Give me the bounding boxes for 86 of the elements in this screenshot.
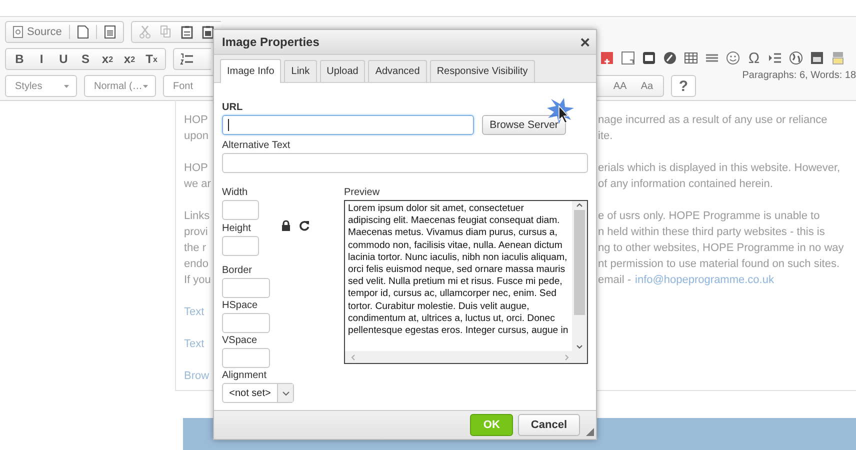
clipboard-icon — [180, 25, 193, 39]
style-dropdown[interactable]: Styles — [5, 75, 77, 97]
help-button[interactable]: ? — [671, 75, 696, 97]
paragraph-text: HOP — [184, 114, 208, 126]
dialog-tab[interactable]: Advanced — [368, 60, 427, 82]
paragraph-text: erials which is displayed in this website. However, — [598, 161, 840, 176]
number-input[interactable] — [222, 200, 259, 220]
paragraph-text: n held within these third party websites - this is — [598, 225, 825, 240]
dialog-tab[interactable]: Link — [284, 60, 317, 82]
pencil-circle-icon[interactable] — [663, 51, 677, 65]
picture-plus-icon[interactable] — [600, 51, 614, 65]
paragraph-text: the r — [184, 242, 206, 254]
cancel-button[interactable]: Cancel — [518, 414, 580, 436]
url-input[interactable] — [222, 115, 474, 135]
picture-icon[interactable] — [810, 51, 824, 65]
field-label: URL — [222, 101, 244, 114]
chevron-right-icon — [565, 354, 569, 360]
paragraph-text: endo — [184, 258, 208, 270]
frame-icon[interactable] — [621, 51, 635, 65]
format-button[interactable]: U — [53, 49, 74, 69]
indent-icon[interactable] — [768, 51, 782, 65]
paragraph-text: of any information contained herein. — [598, 177, 773, 192]
preview-text: Lorem ipsum dolor sit amet, consectetuer adipiscing elit. Maecenas feugiat consequat diam. Maecenas metus. Vivamus diam purus, cursus a, commodo non, facilisis vitae, nulla. Aenean dictum lacinia tortor. Nunc iaculis, nibh non iaculis aliquam, orci felis euismod neque, sed ornare massa mauris sed velit. Nulla pretium mi et risus. Fusce mi pede, tempor id, cursus ac, ullamcorper nec, enim. Sed tortor. Curabitur molestie. Duis velit augue, condimentum at, ultrices a, luctus ut, orci. Donec pellentesque egestas eros. Integer cursus, augue in — [347, 202, 570, 338]
paragraph-text: ite. — [598, 129, 613, 144]
number-input[interactable] — [222, 236, 259, 256]
vertical-scrollbar[interactable] — [572, 201, 587, 351]
paragraph-text: HOP — [184, 162, 208, 174]
dialog-title: Image Properties — [222, 35, 320, 49]
table-icon[interactable] — [684, 51, 698, 65]
document-lines-icon — [104, 25, 116, 39]
text-input[interactable] — [222, 153, 588, 173]
field-label: VSpace — [222, 334, 258, 347]
field-label: Width — [222, 186, 249, 199]
resize-grip-icon[interactable] — [586, 428, 594, 436]
chevron-down-icon — [282, 390, 290, 396]
browse-server-button[interactable]: Browse Server — [482, 115, 566, 135]
close-button[interactable]: × — [580, 34, 590, 50]
chevron-left-icon — [351, 354, 355, 360]
horizontal-scrollbar[interactable] — [345, 351, 587, 363]
reset-icon[interactable] — [299, 220, 310, 231]
dropdown-caret-icon — [143, 84, 148, 88]
dialog-tab[interactable]: Image Info — [220, 59, 282, 83]
smiley-icon[interactable] — [726, 51, 740, 65]
field-label: Alignment — [222, 369, 268, 382]
lock-icon[interactable] — [281, 220, 291, 231]
number-input[interactable] — [222, 348, 270, 368]
special-character-button[interactable]: Ω — [744, 48, 764, 68]
page-icon — [76, 25, 89, 39]
paragraph-text: nage incurred as a result of any use or reliance — [598, 113, 828, 128]
field-label: Border — [222, 264, 254, 277]
field-label: HSpace — [222, 299, 259, 312]
paragraph-text: ng to other websites, HOPE Programme in no way — [598, 241, 844, 256]
source-button[interactable]: Source — [9, 22, 66, 42]
paragraph-text: we ar — [184, 178, 211, 190]
alignment-dropdown[interactable]: <not set> — [222, 383, 294, 403]
text-case-button[interactable]: AA — [607, 76, 633, 96]
field-label: Height — [222, 222, 252, 235]
chevron-up-icon — [576, 203, 583, 207]
dropdown-caret-icon — [64, 84, 69, 88]
paragraph-text: upon — [184, 130, 208, 142]
field-label: Preview — [344, 186, 381, 199]
number-input[interactable] — [222, 313, 270, 333]
numbered-list-icon — [180, 53, 194, 65]
field-label: Alternative Text — [222, 139, 292, 152]
paragraph-text: nt permission to use material found on such sites. — [598, 257, 840, 272]
style-dropdown[interactable]: Normal (… — [84, 75, 156, 97]
paragraph-text: If you — [184, 274, 211, 286]
copy-icon — [160, 25, 172, 39]
paragraph-text: provi — [184, 226, 208, 238]
film-frame-icon[interactable] — [642, 51, 656, 65]
dialog-tab[interactable]: Responsive Visibility — [430, 60, 535, 82]
word-count-status: Paragraphs: 6, Words: 18 — [742, 70, 856, 81]
paragraph-text: e of usrs only. HOPE Programme is unable to — [598, 209, 820, 224]
source-page-icon — [13, 26, 23, 38]
format-button[interactable]: S — [75, 49, 96, 69]
paragraph-text: email - — [598, 273, 632, 288]
number-input[interactable] — [222, 278, 270, 298]
format-button[interactable]: B — [9, 49, 30, 69]
chevron-down-icon — [576, 345, 583, 349]
format-button[interactable]: x$^{2}$ — [119, 49, 140, 69]
dialog-tab[interactable]: Upload — [320, 60, 366, 82]
format-button[interactable]: I — [31, 49, 52, 69]
style-dropdown[interactable]: Font — [163, 75, 214, 97]
text-case-button[interactable]: Aa — [634, 76, 660, 96]
paragraph-text: Links — [184, 210, 210, 222]
scissors-icon — [138, 25, 151, 39]
